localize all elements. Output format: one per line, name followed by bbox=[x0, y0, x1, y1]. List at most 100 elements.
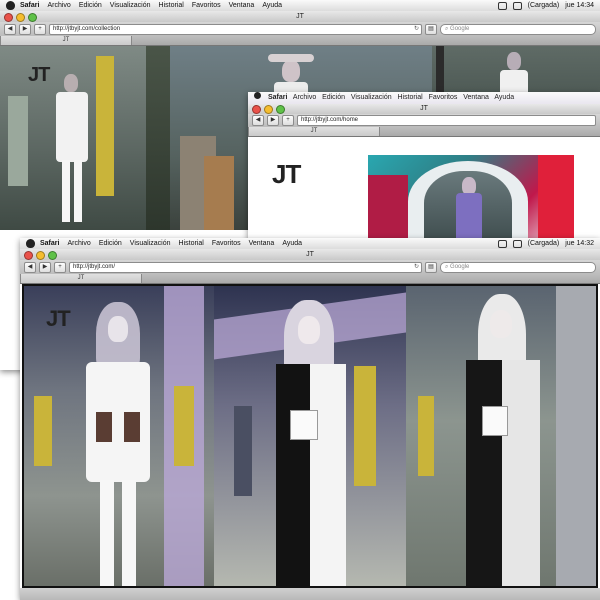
menu-historial[interactable]: Historial bbox=[179, 238, 204, 249]
search-field[interactable]: ⌕ Google bbox=[440, 23, 596, 35]
add-icon[interactable]: + bbox=[34, 23, 46, 35]
home-hero-image[interactable] bbox=[368, 155, 574, 242]
search-field[interactable]: ⌕ Google bbox=[440, 261, 596, 273]
menu-ayuda[interactable]: Ayuda bbox=[262, 0, 282, 11]
home-page: JT bbox=[248, 137, 600, 242]
minimize-button[interactable] bbox=[36, 251, 45, 260]
reload-icon[interactable]: ↻ bbox=[414, 25, 419, 34]
menu-visualizacion[interactable]: Visualización bbox=[351, 94, 392, 101]
collection-photo-2[interactable] bbox=[146, 46, 170, 230]
clock[interactable]: jue 14:34 bbox=[565, 0, 594, 11]
title-bar: JT bbox=[20, 249, 600, 260]
title-bar: JT bbox=[248, 104, 600, 114]
menu-ventana[interactable]: Ventana bbox=[229, 0, 255, 11]
menu-archivo[interactable]: Archivo bbox=[67, 238, 90, 249]
model-figure bbox=[456, 294, 546, 586]
menu-favoritos[interactable]: Favoritos bbox=[429, 94, 458, 101]
battery-icon[interactable] bbox=[512, 1, 522, 10]
menu-edicion[interactable]: Edición bbox=[99, 238, 122, 249]
menu-ayuda[interactable]: Ayuda bbox=[282, 238, 302, 249]
wifi-icon[interactable] bbox=[497, 239, 507, 248]
zoom-button[interactable] bbox=[48, 251, 57, 260]
apple-icon[interactable] bbox=[26, 239, 35, 248]
menu-archivo[interactable]: Archivo bbox=[47, 0, 70, 11]
menu-edicion[interactable]: Edición bbox=[322, 94, 345, 101]
window-title: JT bbox=[306, 251, 314, 258]
lookbook-panel-1[interactable]: JT bbox=[24, 286, 214, 586]
address-bar[interactable]: http://jtbyjt.com/ ↻ bbox=[69, 261, 422, 273]
model-figure bbox=[72, 302, 164, 586]
menu-historial[interactable]: Historial bbox=[159, 0, 184, 11]
rss-icon[interactable]: ▤ bbox=[425, 23, 437, 35]
model-figure bbox=[454, 177, 484, 242]
menu-safari[interactable]: Safari bbox=[268, 94, 287, 101]
collection-photo-1[interactable]: JT bbox=[0, 46, 146, 230]
close-button[interactable] bbox=[24, 251, 33, 260]
title-bar: JT bbox=[0, 11, 600, 22]
battery-status: (Cargada) bbox=[527, 240, 560, 247]
window-controls bbox=[24, 251, 57, 260]
back-icon[interactable]: ◀ bbox=[24, 261, 36, 273]
wifi-icon[interactable] bbox=[497, 1, 507, 10]
window-home: Safari Archivo Edición Visualización His… bbox=[248, 92, 600, 242]
url-text: http://jtbyjt.com/ bbox=[73, 263, 116, 270]
back-icon[interactable]: ◀ bbox=[4, 23, 16, 35]
lookbook-panel-3[interactable] bbox=[406, 286, 596, 586]
window-controls bbox=[4, 13, 37, 22]
menu-ventana[interactable]: Ventana bbox=[463, 94, 489, 101]
bottom-status-bar bbox=[20, 588, 600, 600]
toolbar: ◀ ▶ + http://jtbyjt.com/collection ↻ ▤ ⌕ … bbox=[0, 22, 600, 36]
battery-status: (Cargada) bbox=[527, 2, 560, 9]
back-icon[interactable]: ◀ bbox=[252, 115, 264, 126]
tab-jt[interactable]: JT bbox=[20, 274, 142, 283]
tab-label: JT bbox=[77, 275, 85, 281]
close-button[interactable] bbox=[252, 105, 261, 114]
menu-favoritos[interactable]: Favoritos bbox=[212, 238, 241, 249]
model-figure bbox=[268, 300, 352, 586]
menu-visualizacion[interactable]: Visualización bbox=[130, 238, 171, 249]
forward-icon[interactable]: ▶ bbox=[19, 23, 31, 35]
tab-jt[interactable]: JT bbox=[248, 127, 380, 136]
rss-icon[interactable]: ▤ bbox=[425, 261, 437, 273]
menu-favoritos[interactable]: Favoritos bbox=[192, 0, 221, 11]
window-controls bbox=[252, 105, 285, 114]
logo[interactable]: JT bbox=[272, 159, 301, 190]
window-title: JT bbox=[296, 13, 304, 20]
address-bar[interactable]: http://jtbyjt.com/collection ↻ bbox=[49, 23, 422, 35]
tab-bar: JT bbox=[0, 36, 600, 46]
address-bar[interactable]: http://jtbyjt.com/home bbox=[297, 115, 596, 126]
apple-icon[interactable] bbox=[6, 1, 15, 10]
reload-icon[interactable]: ↻ bbox=[414, 263, 419, 272]
tab-label: JT bbox=[310, 128, 318, 134]
tab-jt[interactable]: JT bbox=[0, 36, 132, 45]
lookbook-panel-2[interactable] bbox=[214, 286, 406, 586]
add-icon[interactable]: + bbox=[282, 115, 294, 126]
url-text: http://jtbyjt.com/collection bbox=[53, 25, 121, 32]
logo[interactable]: JT bbox=[28, 64, 50, 87]
tab-bar: JT bbox=[20, 274, 600, 284]
minimize-button[interactable] bbox=[16, 13, 25, 22]
zoom-button[interactable] bbox=[28, 13, 37, 22]
logo[interactable]: JT bbox=[46, 306, 71, 332]
battery-icon[interactable] bbox=[512, 239, 522, 248]
menu-ventana[interactable]: Ventana bbox=[249, 238, 275, 249]
menu-historial[interactable]: Historial bbox=[397, 94, 422, 101]
search-placeholder: Google bbox=[450, 25, 470, 32]
menu-visualizacion[interactable]: Visualización bbox=[110, 0, 151, 11]
minimize-button[interactable] bbox=[264, 105, 273, 114]
clock[interactable]: jue 14:32 bbox=[565, 238, 594, 249]
forward-icon[interactable]: ▶ bbox=[267, 115, 279, 126]
add-icon[interactable]: + bbox=[54, 261, 66, 273]
menu-safari[interactable]: Safari bbox=[40, 238, 59, 249]
menu-edicion[interactable]: Edición bbox=[79, 0, 102, 11]
menu-ayuda[interactable]: Ayuda bbox=[494, 94, 514, 101]
toolbar: ◀ ▶ + http://jtbyjt.com/home bbox=[248, 114, 600, 127]
close-button[interactable] bbox=[4, 13, 13, 22]
menu-archivo[interactable]: Archivo bbox=[293, 94, 316, 101]
apple-icon[interactable] bbox=[254, 92, 261, 99]
tab-label: JT bbox=[62, 37, 70, 43]
menu-safari[interactable]: Safari bbox=[20, 0, 39, 11]
search-placeholder: Google bbox=[450, 263, 470, 270]
forward-icon[interactable]: ▶ bbox=[39, 261, 51, 273]
zoom-button[interactable] bbox=[276, 105, 285, 114]
